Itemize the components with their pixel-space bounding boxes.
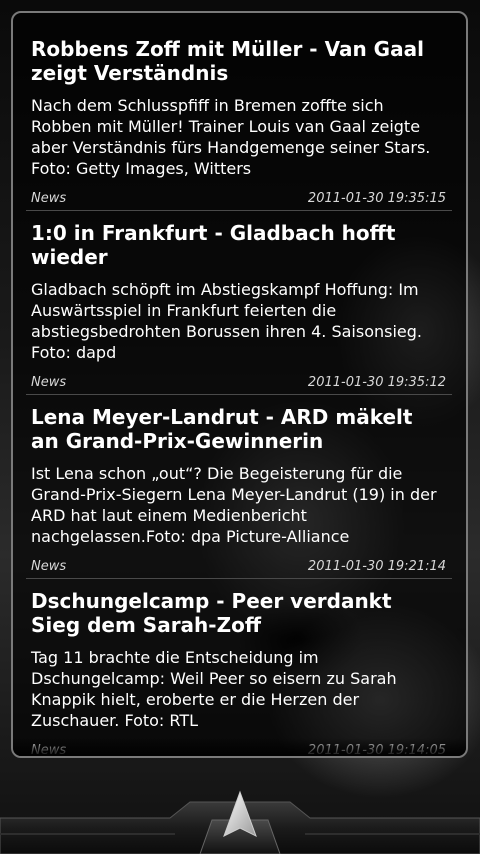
news-teaser: Ist Lena schon „out“? Die Begeisterung f… [31,464,437,546]
news-headline: Lena Meyer-Landrut - ARD mäkelt an Grand… [31,405,413,453]
news-category: News [31,375,67,390]
news-item[interactable]: 1:0 in Frankfurt - Gladbach hofft wieder… [13,211,466,395]
news-headline: 1:0 in Frankfurt - Gladbach hofft wieder [31,221,396,269]
launcher-dock [0,776,480,854]
news-item[interactable]: Dschungelcamp - Peer verdankt Sieg dem S… [13,579,466,756]
home-screen: Robbens Zoff mit Müller - Van Gaal zeigt… [0,0,480,854]
news-timestamp: 2011-01-30 19:35:15 [307,191,446,206]
news-headline: Dschungelcamp - Peer verdankt Sieg dem S… [31,589,392,637]
news-teaser: Tag 11 brachte die Entscheidung im Dschu… [31,648,397,730]
news-meta: News 2011-01-30 19:14:05 [31,743,446,756]
up-arrow-icon[interactable] [196,780,284,854]
news-meta: News 2011-01-30 19:21:14 [31,559,446,578]
news-category: News [31,743,67,756]
news-meta: News 2011-01-30 19:35:12 [31,375,446,394]
news-timestamp: 2011-01-30 19:14:05 [307,743,446,756]
news-headline: Robbens Zoff mit Müller - Van Gaal zeigt… [31,37,424,85]
news-teaser: Nach dem Schlusspfiff in Bremen zoffte s… [31,96,431,178]
news-teaser: Gladbach schöpft im Abstiegskampf Hoffun… [31,280,423,362]
news-list[interactable]: Robbens Zoff mit Müller - Van Gaal zeigt… [13,13,466,756]
news-category: News [31,559,67,574]
news-timestamp: 2011-01-30 19:21:14 [307,559,446,574]
news-timestamp: 2011-01-30 19:35:12 [307,375,446,390]
news-widget[interactable]: Robbens Zoff mit Müller - Van Gaal zeigt… [11,11,468,758]
news-category: News [31,191,67,206]
news-meta: News 2011-01-30 19:35:15 [31,191,446,210]
news-item[interactable]: Robbens Zoff mit Müller - Van Gaal zeigt… [13,13,466,211]
news-item[interactable]: Lena Meyer-Landrut - ARD mäkelt an Grand… [13,395,466,579]
